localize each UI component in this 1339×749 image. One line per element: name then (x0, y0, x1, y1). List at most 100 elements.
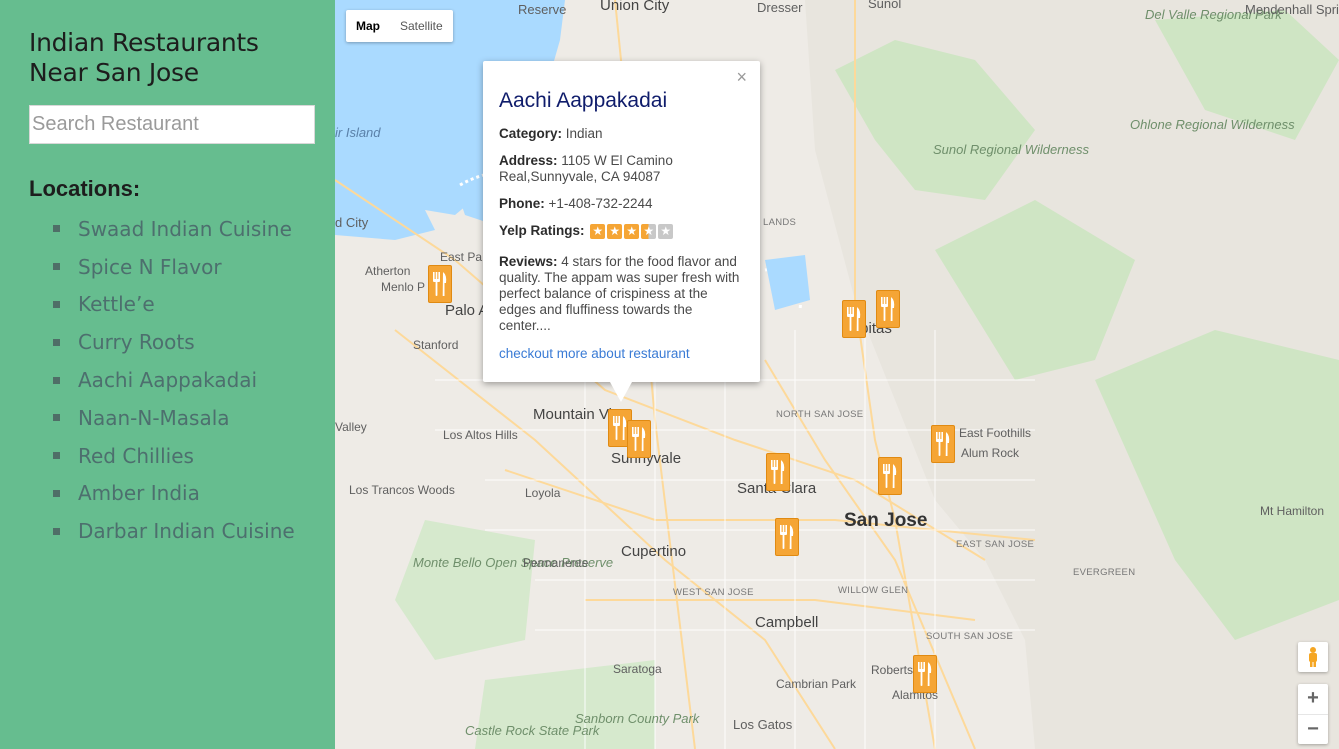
restaurant-marker[interactable] (931, 425, 955, 463)
location-item[interactable]: Kettle’e (53, 286, 315, 324)
map-label: Alum Rock (961, 446, 1020, 460)
map-type-map-button[interactable]: Map (346, 10, 390, 42)
location-item[interactable]: Swaad Indian Cuisine (53, 210, 315, 248)
map-label: EVERGREEN (1073, 567, 1136, 578)
map-label: Campbell (755, 614, 819, 631)
map-label: East Foothills (959, 426, 1032, 440)
restaurant-marker[interactable] (428, 265, 452, 303)
restaurant-marker[interactable] (913, 655, 937, 693)
zoom-out-button[interactable]: − (1298, 715, 1328, 745)
restaurant-marker[interactable] (876, 290, 900, 328)
close-icon[interactable]: × (736, 67, 747, 88)
map-label: LANDS (763, 217, 797, 228)
map-label: Cambrian Park (776, 677, 857, 691)
bullet-icon (53, 263, 60, 271)
bullet-icon (53, 338, 60, 346)
bullet-icon (53, 414, 60, 422)
location-label: Darbar Indian Cuisine (78, 519, 295, 544)
map-label: San Jose (844, 510, 928, 531)
map-label: Permanente (523, 556, 589, 570)
reviews-row: Reviews: 4 stars for the food flavor and… (499, 254, 744, 334)
map-label: Stanford (413, 338, 459, 352)
locations-heading: Locations: (29, 176, 141, 201)
map-label: Menlo P (381, 280, 426, 294)
bullet-icon (53, 452, 60, 460)
map-label: SOUTH SAN JOSE (926, 631, 1014, 642)
location-item[interactable]: Aachi Aappakadai (53, 361, 315, 399)
location-label: Curry Roots (78, 330, 195, 355)
location-list: Swaad Indian Cuisine Spice N Flavor Kett… (29, 210, 315, 550)
sidebar: Indian Restaurants Near San Jose Locatio… (0, 0, 335, 749)
map-label: Valley (335, 420, 367, 434)
address-row: Address: 1105 W El Camino Real,Sunnyvale… (499, 153, 744, 185)
map[interactable]: Reserve Union City Dresser Sunol Del Val… (335, 0, 1339, 749)
search-input[interactable] (29, 105, 315, 144)
location-label: Amber India (78, 481, 200, 506)
map-label: Los Gatos (733, 717, 793, 732)
location-item[interactable]: Naan-N-Masala (53, 399, 315, 437)
map-label: Castle Rock State Park (465, 723, 600, 738)
app: Indian Restaurants Near San Jose Locatio… (0, 0, 1339, 749)
map-label: Sanborn County Park (575, 711, 700, 726)
zoom-control: + − (1298, 684, 1328, 744)
fork-knife-icon (771, 460, 785, 484)
rating-stars: ★ ★ ★ ★ ★ (590, 223, 674, 239)
restaurant-marker[interactable] (766, 453, 790, 491)
zoom-in-button[interactable]: + (1298, 684, 1328, 715)
category-value: Indian (565, 126, 603, 141)
map-label: Reserve (518, 2, 567, 17)
map-label: WILLOW GLEN (838, 585, 909, 596)
restaurant-marker[interactable] (775, 518, 799, 556)
category-row: Category: Indian (499, 126, 744, 142)
fork-knife-icon (847, 307, 861, 331)
location-item[interactable]: Darbar Indian Cuisine (53, 512, 315, 550)
location-label: Spice N Flavor (78, 254, 222, 279)
bullet-icon (53, 489, 60, 497)
map-label: ir Island (335, 125, 381, 140)
map-label: Mt Hamilton (1260, 504, 1325, 518)
map-label: Atherton (365, 264, 411, 278)
location-item[interactable]: Amber India (53, 475, 315, 513)
page-title: Indian Restaurants Near San Jose (29, 28, 259, 87)
fork-knife-icon (883, 464, 897, 488)
fork-knife-icon (918, 662, 932, 686)
map-label: d City (335, 215, 369, 230)
location-item[interactable]: Red Chillies (53, 437, 315, 475)
map-label: Loyola (525, 486, 561, 500)
restaurant-marker[interactable] (627, 420, 651, 458)
fork-knife-icon (613, 416, 627, 440)
street-view-pegman-button[interactable] (1298, 642, 1328, 672)
map-label: Ohlone Regional Wilderness (1130, 117, 1295, 132)
star-icon: ★ (590, 223, 606, 239)
address-label: Address: (499, 153, 558, 168)
map-label: East Pa (440, 250, 483, 264)
fork-knife-icon (632, 427, 646, 451)
location-item[interactable]: Spice N Flavor (53, 248, 315, 286)
map-label: Los Altos Hills (443, 428, 518, 442)
star-icon: ★ (607, 223, 623, 239)
location-label: Naan-N-Masala (78, 405, 230, 430)
bullet-icon (53, 527, 60, 535)
map-label: Palo A (445, 302, 489, 319)
location-item[interactable]: Curry Roots (53, 323, 315, 361)
map-label: Los Trancos Woods (349, 483, 455, 497)
location-label: Kettle’e (78, 292, 155, 317)
location-label: Aachi Aappakadai (78, 368, 258, 393)
restaurant-marker[interactable] (842, 300, 866, 338)
fork-knife-icon (433, 272, 447, 296)
map-label: EAST SAN JOSE (956, 539, 1035, 550)
restaurant-marker[interactable] (878, 457, 902, 495)
fork-knife-icon (936, 432, 950, 456)
map-type-satellite-button[interactable]: Satellite (390, 10, 453, 42)
map-label: Mountain View (533, 406, 632, 423)
category-label: Category: (499, 126, 563, 141)
map-label: Mendenhall Springs (1245, 2, 1339, 17)
restaurant-details-link[interactable]: checkout more about restaurant (499, 346, 690, 361)
reviews-label: Reviews: (499, 254, 558, 269)
bullet-icon (53, 300, 60, 308)
location-label: Red Chillies (78, 443, 194, 468)
map-label: WEST SAN JOSE (673, 587, 754, 598)
map-label: Saratoga (613, 662, 662, 676)
bullet-icon (53, 225, 60, 233)
map-label: Monte Bello Open Space Preserve (413, 555, 614, 570)
